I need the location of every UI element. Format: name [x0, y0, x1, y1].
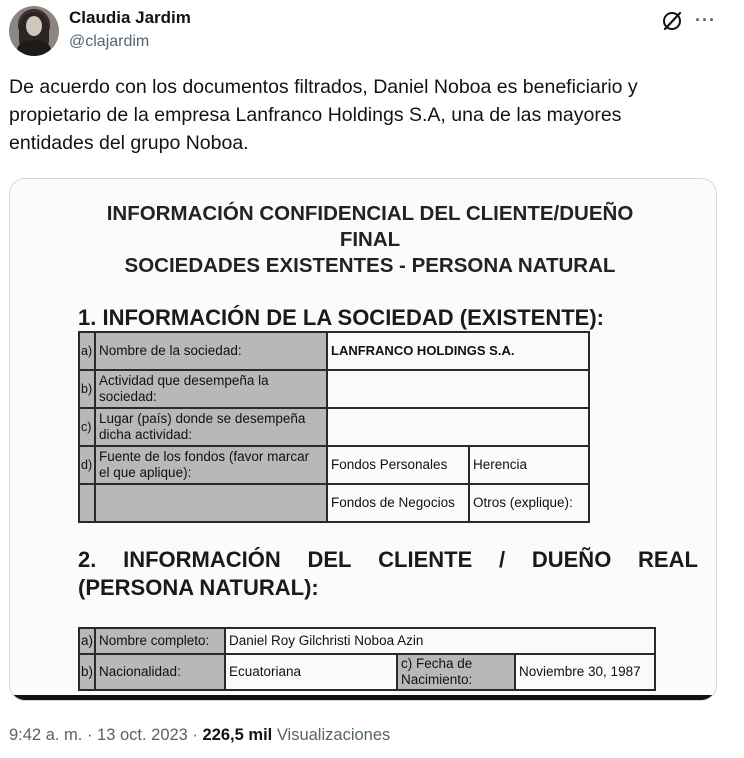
- section-2-heading-line2: (PERSONA NATURAL):: [78, 575, 319, 600]
- document-subtitle: SOCIEDADES EXISTENTES - PERSONA NATURAL: [124, 254, 616, 277]
- field-label: c) Fecha de Nacimiento:: [396, 653, 517, 691]
- tweet-text-line: De acuerdo con los documentos filtrados,…: [9, 76, 638, 98]
- timestamp[interactable]: 9:42 a. m. · 13 oct. 2023 ·: [9, 726, 203, 744]
- field-label: [94, 483, 328, 523]
- row-letter: b): [78, 369, 96, 409]
- heading-word: CLIENTE: [378, 547, 473, 572]
- row-letter: c): [78, 407, 96, 447]
- field-value: [326, 369, 590, 409]
- document-title: FINAL: [339, 228, 401, 251]
- tweet-media-image[interactable]: INFORMACIÓN CONFIDENCIAL DEL CLIENTE/DUE…: [9, 178, 717, 701]
- field-label: Nombre de la sociedad:: [94, 331, 328, 371]
- company-name-value: LANFRANCO HOLDINGS S.A.: [326, 331, 590, 371]
- tweet-header: Claudia Jardim @clajardim ···: [9, 6, 735, 56]
- views-count[interactable]: 226,5 mil: [203, 726, 273, 744]
- row-letter: a): [78, 331, 96, 371]
- heading-word: REAL: [638, 547, 698, 572]
- birthdate-value: Noviembre 30, 1987: [514, 653, 656, 691]
- heading-word: DUEÑO: [531, 547, 612, 572]
- company-info-table: a) Nombre de la sociedad: LANFRANCO HOLD…: [78, 331, 590, 523]
- grok-icon[interactable]: [661, 10, 683, 32]
- tweet-text-line: propietario de la empresa Lanfranco Hold…: [9, 104, 622, 126]
- field-label: Nacionalidad:: [94, 653, 227, 691]
- author-name[interactable]: Claudia Jardim: [69, 8, 191, 28]
- more-icon[interactable]: ···: [695, 11, 716, 29]
- author-handle[interactable]: @clajardim: [69, 32, 149, 52]
- client-info-table: a) Nombre completo: Daniel Roy Gilchrist…: [77, 627, 656, 691]
- tweet-metadata: 9:42 a. m. · 13 oct. 2023 · 226,5 mil Vi…: [9, 724, 390, 746]
- nationality-value: Ecuatoriana: [224, 653, 399, 691]
- row-letter: b): [77, 653, 97, 691]
- row-letter: d): [78, 445, 96, 485]
- field-label: Actividad que desempeña la sociedad:: [94, 369, 328, 409]
- heading-word: DEL: [307, 547, 352, 572]
- views-label: Visualizaciones: [272, 726, 391, 744]
- section-1-heading: 1. INFORMACIÓN DE LA SOCIEDAD (EXISTENTE…: [78, 305, 604, 330]
- avatar[interactable]: [9, 6, 59, 56]
- row-letter: [78, 483, 96, 523]
- section-2-heading: 2. INFORMACIÓN DEL CLIENTE / DUEÑO REAL: [78, 547, 698, 573]
- field-value: [326, 407, 590, 447]
- fund-option: Herencia: [468, 445, 590, 485]
- fund-option: Otros (explique):: [468, 483, 590, 523]
- heading-word: INFORMACIÓN: [123, 547, 281, 572]
- field-label: Lugar (país) donde se desempeña dicha ac…: [94, 407, 328, 447]
- field-label: Fuente de los fondos (favor marcar el qu…: [94, 445, 328, 485]
- fund-option: Fondos Personales: [326, 445, 470, 485]
- scan-edge: [10, 695, 716, 700]
- heading-word: /: [499, 547, 506, 572]
- tweet-text: De acuerdo con los documentos filtrados,…: [9, 73, 729, 157]
- full-name-value: Daniel Roy Gilchristi Noboa Azin: [224, 627, 656, 655]
- tweet-text-line: entidades del grupo Noboa.: [9, 132, 249, 154]
- row-letter: a): [77, 627, 97, 655]
- document-scan: INFORMACIÓN CONFIDENCIAL DEL CLIENTE/DUE…: [10, 179, 716, 700]
- document-title: INFORMACIÓN CONFIDENCIAL DEL CLIENTE/DUE…: [106, 202, 634, 225]
- field-label: Nombre completo:: [94, 627, 227, 655]
- fund-option: Fondos de Negocios: [326, 483, 470, 523]
- heading-word: 2.: [78, 547, 97, 572]
